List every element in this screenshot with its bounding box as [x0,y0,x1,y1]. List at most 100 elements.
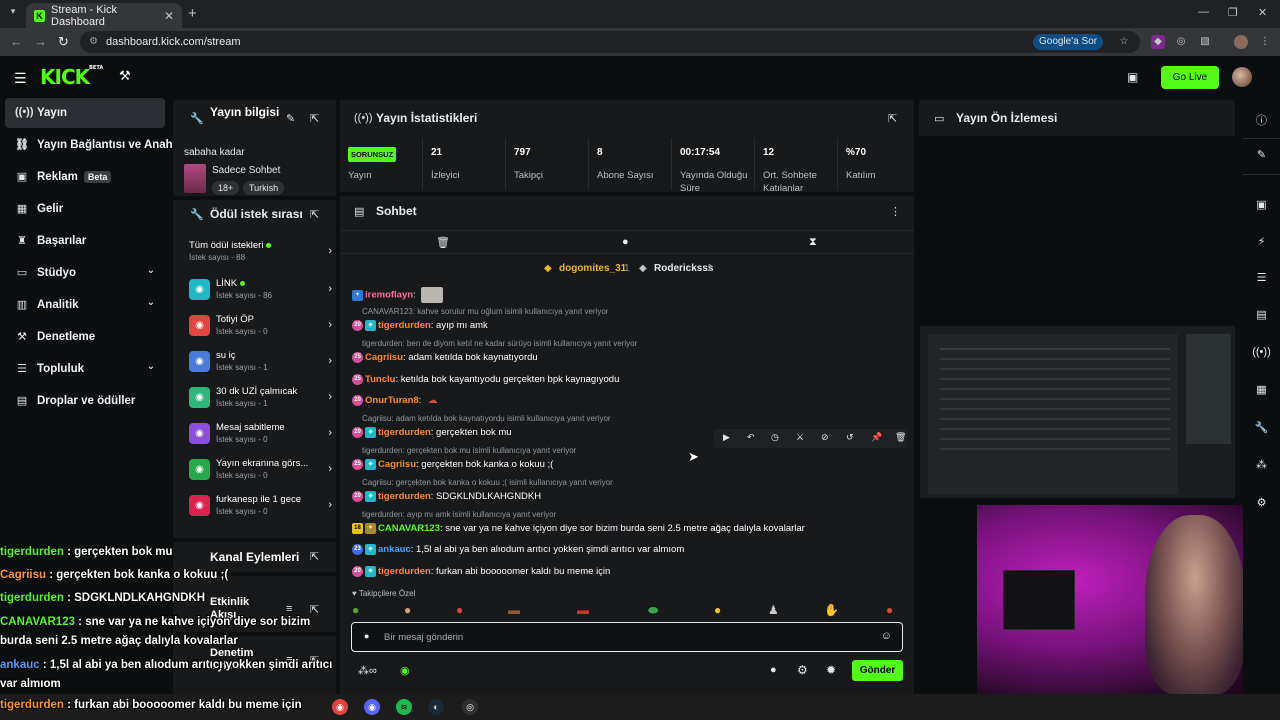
popout-icon[interactable]: ⇱ [310,208,319,221]
chat-message[interactable]: 20 ◈ tigerdurden: gerçekten bok mu [352,427,702,438]
chat-message[interactable]: ✦ iremoflayn: [352,287,908,303]
emote[interactable]: ⬬ [648,603,658,618]
chat-message[interactable]: 20 ◈ tigerdurden: furkan abi booooomer kal… [352,566,908,577]
emote[interactable]: ● [352,603,359,617]
edit-icon[interactable]: ✎ [1243,148,1280,161]
pin-icon[interactable]: 📌 [871,432,882,443]
new-tab-icon[interactable]: + [188,5,197,22]
sidebar-item-yayin[interactable]: ((•)) Yayın [5,98,165,128]
gifter-name[interactable]: dogomites_31 [559,263,626,274]
chat-message[interactable]: 20 ◈ tigerdurden: SDGKLNDLKAHGNDKH [352,491,908,502]
sidebar-item-studyo[interactable]: ▭ Stüdyo ⌄ [5,258,165,288]
monitor-icon[interactable]: ▣ [1127,70,1138,84]
widget-icon[interactable]: ▣ [1243,198,1280,211]
emote[interactable]: ● [886,603,893,617]
settings-gear-icon[interactable]: ⚙ [797,663,808,677]
reward-all-item[interactable]: Tüm ödül istekleri İstek sayısı - 88 › [189,238,335,272]
emote[interactable]: ✋ [824,603,839,617]
ban-icon[interactable]: ⊘ [821,432,829,443]
chat-reply-icon[interactable]: ● [364,631,369,641]
go-live-button[interactable]: Go Live [1161,66,1219,89]
forward-icon[interactable]: → [34,34,47,49]
trash-icon[interactable]: 🗑 [436,236,450,249]
sidebar-item-stream-key[interactable]: ⛓ Yayın Bağlantısı ve Anahtar [5,130,187,160]
sidebar-item-reklam[interactable]: ▣ Reklam Beta [5,162,165,192]
hourglass-icon[interactable]: ⧗ [809,236,817,249]
stats-icon[interactable]: ▦ [1243,383,1280,396]
kick-logo[interactable]: KICKBETA [40,65,103,89]
sidebar-item-topluluk[interactable]: ☰ Topluluk ⌄ [5,354,165,384]
chat-message[interactable]: 20 ◈ tigerdurden: ayıp mı amk [352,320,908,331]
obs-icon[interactable]: ◎ [462,699,478,715]
points-icon[interactable]: ⁂∞ [358,664,377,677]
tab-close-icon[interactable]: ✕ [164,9,174,23]
extension-icon[interactable]: ◆ [1151,35,1165,49]
reward-item[interactable]: ◉ Tofiyi ÖP İstek sayısı - 0 › [189,312,335,346]
emote[interactable]: ♟ [768,603,779,617]
chat-icon[interactable]: ▤ [1243,308,1280,321]
emote[interactable]: ● [404,603,411,617]
lightning-icon[interactable]: ⚡ [1243,235,1280,248]
emote[interactable]: ● [714,603,721,617]
discord-icon[interactable]: ◉ [364,699,380,715]
play-icon[interactable]: ▶ [723,432,730,443]
profile-avatar[interactable] [1234,35,1248,49]
settings-icon[interactable]: ⚙ [1243,496,1280,509]
user-avatar[interactable] [1232,67,1252,87]
minimize-icon[interactable]: — [1198,6,1209,18]
restore-icon[interactable]: ❐ [1228,6,1238,19]
kick-coin-icon[interactable]: ◉ [400,664,410,677]
hammer-icon[interactable]: ⚒ [119,68,131,84]
reward-item[interactable]: ◉ furkanesp ile 1 gece İstek sayısı - 0 … [189,492,335,526]
chat-bubble-icon[interactable]: ● [770,664,777,676]
spotify-icon[interactable]: ≋ [396,699,412,715]
reward-item[interactable]: ◉ LİNK İstek sayısı - 86 › [189,276,335,310]
wrench-icon[interactable]: 🔧 [1243,421,1280,434]
chat-message[interactable]: 25 ◈ Cagriisu: gerçekten bok kanka o kokuu… [352,459,908,470]
popout-icon[interactable]: ⇱ [310,112,319,125]
sidebar-item-gelir[interactable]: ▦ Gelir [5,194,165,224]
reward-item[interactable]: ◉ su iç İstek sayısı - 1 › [189,348,335,382]
chat-message[interactable]: 20 OnurTuran8: ☁ [352,395,908,406]
steam-icon[interactable]: ◐ [428,699,444,715]
broadcast-icon[interactable]: ((•)) [1243,346,1280,358]
site-info-icon[interactable]: ⚙ [89,31,98,53]
bookmark-star-icon[interactable]: ☆ [1117,35,1131,49]
gifter-name[interactable]: Rodericksss [654,263,713,274]
window-close-icon[interactable]: ✕ [1258,6,1267,19]
emote[interactable]: ● [456,603,463,617]
tab-list-icon[interactable]: ▾ [6,6,20,20]
reply-icon[interactable]: ↶ [747,432,755,443]
chat-message[interactable]: 18 ✶ CANAVAR123: sne var ya ne kahve içiyo… [352,523,908,534]
reward-item[interactable]: ◉ Yayın ekranına görs... İstek sayısı - … [189,456,335,490]
sidebar-item-basarilar[interactable]: ♜ Başarılar [5,226,165,256]
stream-preview-video[interactable] [920,326,1235,498]
back-icon[interactable]: ← [10,34,23,49]
timeout-icon[interactable]: ◷ [771,432,779,443]
popout-icon[interactable]: ⇱ [888,112,897,125]
extensions-puzzle-icon[interactable]: ▧ [1198,35,1212,49]
extension-2-icon[interactable]: ◎ [1174,35,1188,49]
emote[interactable]: ▬ [508,603,520,617]
send-button[interactable]: Gönder [852,660,903,681]
reward-item[interactable]: ◉ Mesaj sabitleme İstek sayısı - 0 › [189,420,335,454]
edit-pencil-icon[interactable]: ✎ [286,112,295,125]
chat-message[interactable]: 25 Tunclu: ketılda bok kayantıyodu gerçek… [352,374,908,385]
delete-icon[interactable]: 🗑 [895,432,906,443]
chat-input[interactable]: ● Bir mesaj gönderin ☺ [351,622,903,652]
browser-menu-icon[interactable]: ⋮ [1258,35,1272,49]
google-sor-button[interactable]: Google'a Sor [1033,34,1104,50]
reload-icon[interactable]: ↻ [58,34,69,50]
reward-item[interactable]: ◉ 30 dk UZİ çalmıcak İstek sayısı - 1 › [189,384,335,418]
hamburger-menu-icon[interactable]: ☰ [14,70,27,87]
browser-tab[interactable]: K Stream - Kick Dashboard ✕ [26,3,182,28]
emote[interactable]: ▬ [577,603,589,617]
community-icon[interactable]: ⁂ [1243,458,1280,471]
more-vertical-icon[interactable]: ⋮ [890,205,901,218]
sidebar-item-analitik[interactable]: ▥ Analitik ⌄ [5,290,165,320]
chat-message[interactable]: 23 ◈ ankauc: 1,5l al abi ya ben alıodum ar… [352,544,908,555]
url-bar[interactable]: ⚙ dashboard.kick.com/stream [80,31,1140,53]
list-icon[interactable]: ☰ [1243,271,1280,284]
sidebar-item-droplar[interactable]: ▤ Droplar ve ödüller [5,386,165,416]
undo-icon[interactable]: ↺ [846,432,854,443]
